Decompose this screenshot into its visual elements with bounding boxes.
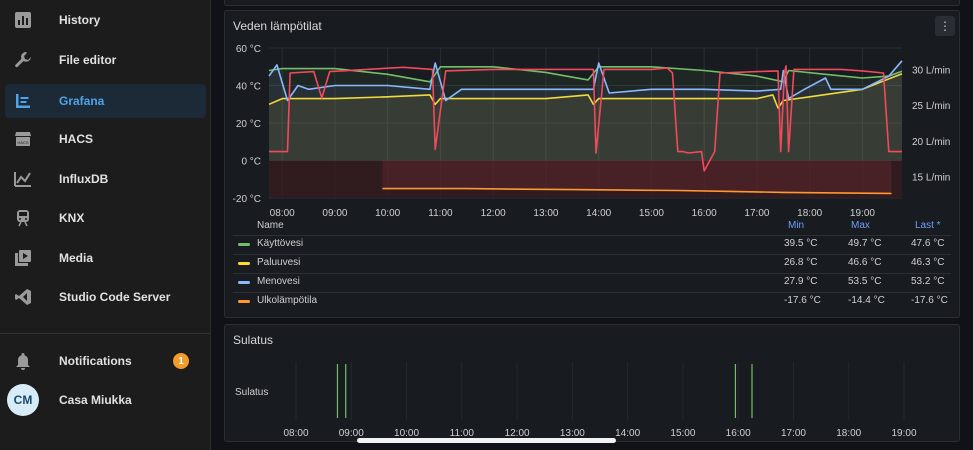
x-tick-label: 17:00 xyxy=(781,428,806,439)
x-tick-label: 08:00 xyxy=(283,428,308,439)
sidebar-item-hacs[interactable]: HACS HACS xyxy=(0,122,211,156)
hacs-store-icon: HACS xyxy=(13,129,33,149)
series-swatch xyxy=(238,243,250,246)
x-tick-label: 19:00 xyxy=(891,428,916,439)
user-name: Casa Miukka xyxy=(59,393,132,407)
x-tick-label: 16:00 xyxy=(692,208,717,219)
header-min[interactable]: Min xyxy=(788,220,804,231)
header-last[interactable]: Last * xyxy=(915,220,941,231)
sidebar-item-grafana[interactable]: Grafana xyxy=(5,84,206,118)
sidebar-divider xyxy=(0,333,211,334)
sidebar-item-label: Media xyxy=(59,251,94,265)
wrench-icon xyxy=(13,50,33,70)
y-right-tick-label: 15 L/min xyxy=(912,173,950,184)
x-tick-label: 19:00 xyxy=(850,208,875,219)
sidebar-item-label: KNX xyxy=(59,211,85,225)
sidebar-item-knx[interactable]: KNX xyxy=(0,201,211,235)
sidebar-item-user[interactable]: CM Casa Miukka xyxy=(0,383,211,417)
sidebar-item-studio-code-server[interactable]: Studio Code Server xyxy=(0,280,211,314)
home-indicator xyxy=(357,438,616,443)
series-min: 27.9 °C xyxy=(784,276,818,287)
x-tick-label: 15:00 xyxy=(670,428,695,439)
series-min: 39.5 °C xyxy=(784,238,818,249)
x-tick-label: 15:00 xyxy=(639,208,664,219)
series-swatch xyxy=(238,300,250,303)
sidebar-item-label: InfluxDB xyxy=(59,172,109,186)
series-last: -17.6 °C xyxy=(911,295,948,306)
x-tick-label: 12:00 xyxy=(481,208,506,219)
series-name: Käyttövesi xyxy=(257,238,304,249)
sidebar-item-label: History xyxy=(59,13,101,27)
more-vertical-icon: ⋮ xyxy=(939,19,951,33)
series-last: 46.3 °C xyxy=(911,257,945,268)
sidebar-item-label: Studio Code Server xyxy=(59,290,171,304)
series-min: -17.6 °C xyxy=(784,295,821,306)
svg-text:HACS: HACS xyxy=(17,140,28,145)
series-name: Ulkolämpötila xyxy=(257,295,318,306)
x-tick-label: 09:00 xyxy=(322,208,347,219)
y-left-tick-label: 20 °C xyxy=(236,119,261,130)
sidebar-item-label: Grafana xyxy=(59,94,105,108)
header-max[interactable]: Max xyxy=(851,220,870,231)
x-tick-label: 14:00 xyxy=(586,208,611,219)
media-play-icon xyxy=(13,248,33,268)
avatar: CM xyxy=(7,384,39,416)
series-max: 49.7 °C xyxy=(848,238,882,249)
legend-row[interactable]: Käyttövesi 39.5 °C 49.7 °C 47.6 °C xyxy=(233,235,951,253)
sidebar-item-file-editor[interactable]: File editor xyxy=(0,43,211,77)
y-left-tick-label: 60 °C xyxy=(236,44,261,55)
sulatus-chart: 08:00 09:00 10:00 11:00 12:00 13:00 14:00 15:00… xyxy=(283,362,917,439)
sidebar-item-history[interactable]: History xyxy=(0,3,211,37)
x-tick-label: 13:00 xyxy=(533,208,558,219)
bell-icon xyxy=(13,351,33,371)
series-last: 47.6 °C xyxy=(911,238,945,249)
notification-count-badge: 1 xyxy=(173,353,189,369)
sidebar-item-notifications[interactable]: Notifications 1 xyxy=(0,344,211,378)
sidebar-item-label: Notifications xyxy=(59,354,132,368)
y-right-tick-label: 30 L/min xyxy=(912,65,950,76)
vscode-icon xyxy=(13,287,33,307)
x-tick-label: 18:00 xyxy=(836,428,861,439)
panel-menu-button[interactable]: ⋮ xyxy=(935,16,955,36)
sidebar-item-influxdb[interactable]: InfluxDB xyxy=(0,162,211,196)
series-name: Paluuvesi xyxy=(257,257,301,268)
previous-panel-edge xyxy=(224,0,960,6)
series-name: Menovesi xyxy=(257,276,300,287)
legend-row[interactable]: Ulkolämpötila -17.6 °C -14.4 °C -17.6 °C xyxy=(233,292,951,310)
series-last: 53.2 °C xyxy=(911,276,945,287)
x-tick-label: 08:00 xyxy=(270,208,295,219)
y-right-tick-label: 25 L/min xyxy=(912,101,950,112)
series-max: -14.4 °C xyxy=(848,295,885,306)
panel-title: Veden lämpötilat xyxy=(233,19,322,33)
train-icon xyxy=(13,208,33,228)
y-right-tick-label: 20 L/min xyxy=(912,137,950,148)
x-tick-label: 10:00 xyxy=(375,208,400,219)
header-name[interactable]: Name xyxy=(257,220,284,231)
influxdb-chart-icon xyxy=(13,169,33,189)
sidebar-item-label: File editor xyxy=(59,53,117,67)
x-tick-label: 16:00 xyxy=(726,428,751,439)
sidebar-item-media[interactable]: Media xyxy=(0,241,211,275)
series-swatch xyxy=(238,281,250,284)
history-chart-icon xyxy=(13,10,33,30)
series-max: 46.6 °C xyxy=(848,257,882,268)
x-tick-label: 18:00 xyxy=(797,208,822,219)
y-left-tick-label: 40 °C xyxy=(236,82,261,93)
x-tick-label: 14:00 xyxy=(615,428,640,439)
legend-row[interactable]: Menovesi 27.9 °C 53.5 °C 53.2 °C xyxy=(233,273,951,291)
x-tick-label: 11:00 xyxy=(428,208,453,219)
series-max: 53.5 °C xyxy=(848,276,882,287)
sidebar-item-label: HACS xyxy=(59,132,94,146)
temperature-chart: 60 °C 40 °C 20 °C 0 °C -20 °C 08:00 09:00 10:00… xyxy=(233,44,951,219)
y-left-tick-label: 0 °C xyxy=(241,157,261,168)
legend-row[interactable]: Paluuvesi 26.8 °C 46.6 °C 46.3 °C xyxy=(233,254,951,272)
x-tick-label: 17:00 xyxy=(744,208,769,219)
sidebar: History File editor Grafana HACS HACS In… xyxy=(0,0,211,450)
series-min: 26.8 °C xyxy=(784,257,818,268)
legend-header: Name Min Max Last * xyxy=(233,220,951,234)
y-left-tick-label: -20 °C xyxy=(233,194,261,205)
series-swatch xyxy=(238,262,250,265)
grafana-icon xyxy=(13,91,33,111)
